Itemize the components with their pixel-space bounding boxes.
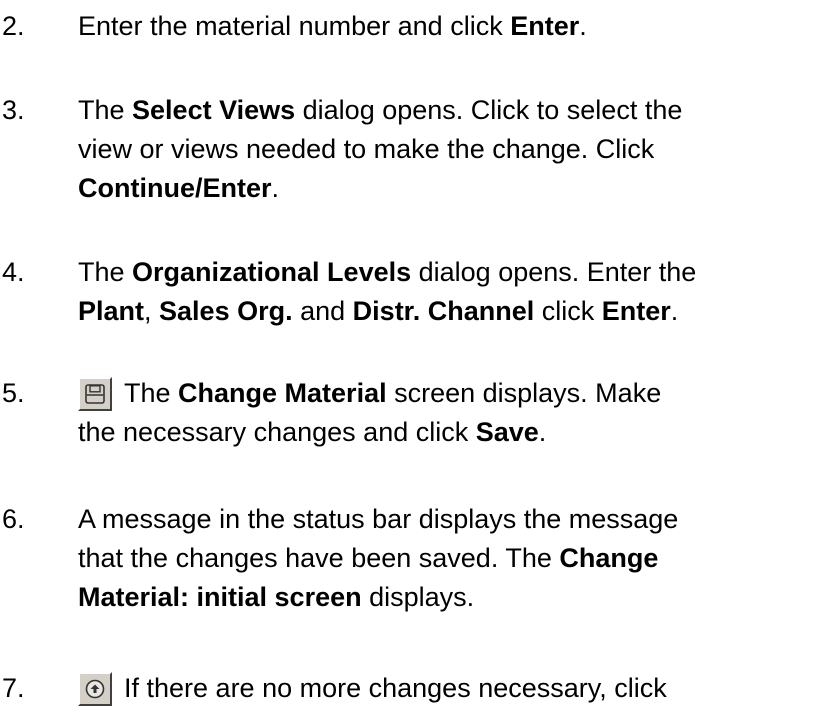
back-icon[interactable]: [78, 672, 112, 706]
save-icon[interactable]: [78, 377, 112, 411]
step-line: that the changes have been saved. The Ch…: [78, 543, 659, 573]
step-number: 7.: [2, 673, 25, 703]
step-line: Continue/Enter.: [78, 173, 280, 203]
step-line: view or views needed to make the change.…: [78, 134, 655, 164]
step-line: the necessary changes and click Save.: [78, 417, 547, 447]
step-line: The Select Views dialog opens. Click to …: [78, 95, 683, 125]
step-line: Material: initial screen displays.: [78, 582, 475, 612]
step-text: The Change Material screen displays. Mak…: [78, 374, 835, 452]
step-number: 4.: [2, 257, 25, 287]
step-number: 5.: [2, 378, 25, 408]
step-line: The Change Material screen displays. Mak…: [78, 374, 835, 413]
step-line: Enter the material number and click Ente…: [78, 11, 587, 41]
step-line: Plant, Sales Org. and Distr. Channel cli…: [78, 296, 679, 326]
step-number: 3.: [2, 95, 25, 125]
step-line: A message in the status bar displays the…: [78, 504, 679, 534]
step-text: If there are no more changes necessary, …: [78, 669, 835, 708]
step-line: The Organizational Levels dialog opens. …: [78, 257, 697, 287]
step-text: Enter the material number and click Ente…: [78, 7, 835, 46]
step-number: 6.: [2, 504, 25, 534]
step-number: 2.: [2, 11, 25, 41]
step-text: The Organizational Levels dialog opens. …: [78, 253, 835, 331]
step-line: If there are no more changes necessary, …: [78, 669, 835, 708]
step-text: A message in the status bar displays the…: [78, 500, 835, 617]
step-text: The Select Views dialog opens. Click to …: [78, 91, 835, 208]
